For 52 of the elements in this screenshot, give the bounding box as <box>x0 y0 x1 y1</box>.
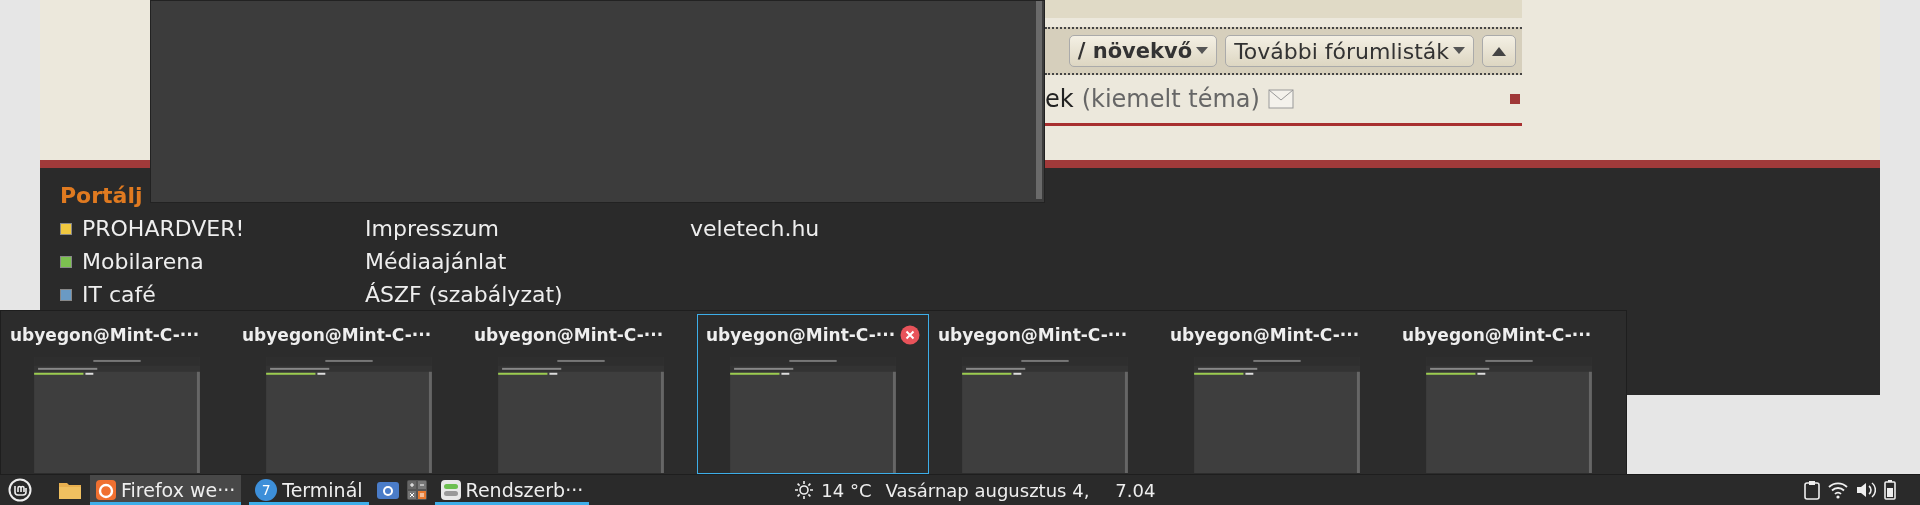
browser-icon <box>96 480 116 500</box>
topic-title[interactable]: ek <box>1045 85 1074 113</box>
window-title: ubyegon@Mint-C-··· <box>1170 324 1360 345</box>
window-preview-item[interactable]: ubyegon@Mint-C-··· <box>1161 314 1393 474</box>
caret-icon <box>1453 47 1465 55</box>
forum-lists-button[interactable]: További fórumlisták <box>1225 35 1474 67</box>
footer-link[interactable]: veletech.hu <box>690 216 820 241</box>
footer-link[interactable]: Mobilarena <box>82 249 204 274</box>
scrollbar[interactable] <box>1036 1 1042 199</box>
footer-link[interactable]: Impresszum <box>365 216 499 241</box>
clock-date[interactable]: Vasárnap augusztus 4, <box>885 479 1090 501</box>
scroll-up-button[interactable] <box>1482 35 1516 67</box>
window-preview-item[interactable]: ubyegon@Mint-C-··· <box>697 314 929 474</box>
footer-link[interactable]: PROHARDVER! <box>82 216 245 241</box>
caret-icon <box>1196 47 1209 55</box>
toggle-icon <box>440 480 461 500</box>
sort-order-button[interactable]: / növekvő <box>1068 35 1218 67</box>
wifi-icon[interactable] <box>1828 481 1848 499</box>
window-title: ubyegon@Mint-C-··· <box>938 324 1128 345</box>
volume-icon[interactable] <box>1856 481 1876 499</box>
envelope-icon <box>1267 89 1294 109</box>
menu-icon[interactable] <box>8 478 32 502</box>
window-title: ubyegon@Mint-C-··· <box>706 324 896 345</box>
folder-icon[interactable] <box>58 480 82 500</box>
window-preview-item[interactable]: ubyegon@Mint-C-··· <box>1 314 233 474</box>
weather-temperature[interactable]: 14 °C <box>821 479 872 501</box>
footer-link[interactable]: ÁSZF (szabályzat) <box>365 282 563 307</box>
window-preview-item[interactable]: ubyegon@Mint-C-··· <box>1393 314 1625 474</box>
clock-time[interactable]: 7.04 <box>1115 479 1156 501</box>
window-preview-item[interactable]: ubyegon@Mint-C-··· <box>233 314 465 474</box>
battery-icon[interactable] <box>1884 480 1896 500</box>
taskbar-window-button[interactable]: Firefox we··· <box>90 475 242 505</box>
window-title: ubyegon@Mint-C-··· <box>10 324 200 345</box>
sun-icon <box>795 481 814 499</box>
taskbar-window-button[interactable]: Rendszerb··· <box>434 475 590 505</box>
window-title: ubyegon@Mint-C-··· <box>242 324 432 345</box>
close-icon[interactable] <box>900 324 920 345</box>
window-title: ubyegon@Mint-C-··· <box>1402 324 1592 345</box>
topic-note: (kiemelt téma) <box>1081 85 1260 113</box>
footer-link[interactable]: Médiaajánlat <box>365 249 507 274</box>
window-title: ubyegon@Mint-C-··· <box>474 324 664 345</box>
window-preview-item[interactable]: ubyegon@Mint-C-··· <box>929 314 1161 474</box>
clipboard-icon[interactable] <box>1804 480 1820 500</box>
footer-heading: Portálj <box>60 184 143 208</box>
taskbar-window-button[interactable]: 7 Terminál <box>249 475 369 505</box>
calculator-icon[interactable] <box>406 480 427 500</box>
footer-link[interactable]: IT café <box>82 282 156 307</box>
square-icon <box>1510 94 1520 104</box>
up-triangle-icon <box>1492 46 1506 56</box>
camera-icon[interactable] <box>376 480 399 500</box>
badge: 7 <box>255 479 278 501</box>
window-preview-item[interactable]: ubyegon@Mint-C-··· <box>465 314 697 474</box>
